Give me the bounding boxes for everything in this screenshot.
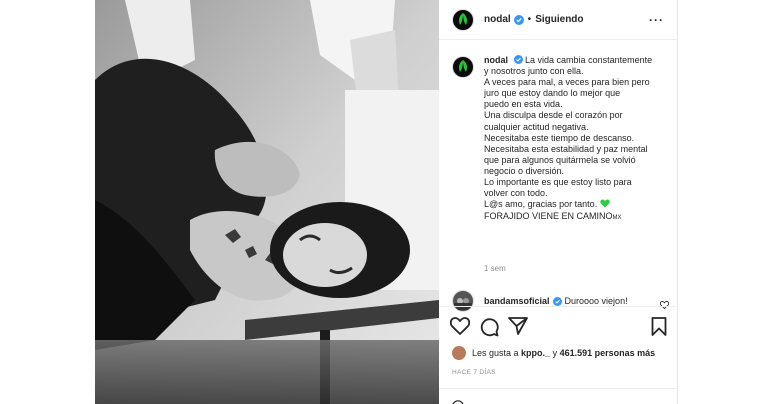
author-avatar[interactable] bbox=[452, 8, 474, 31]
post-caption: nodal La vida cambia constantemente y no… bbox=[452, 55, 672, 224]
caption-author-avatar[interactable] bbox=[452, 56, 474, 78]
verified-badge-icon bbox=[513, 14, 524, 25]
heart-icon[interactable] bbox=[449, 317, 471, 340]
caption-line: Necesitaba este tiempo de descanso. bbox=[484, 132, 635, 143]
caption-line: cualquier actitud negativa. bbox=[484, 121, 589, 132]
green-heart-icon bbox=[600, 199, 610, 211]
caption-line: puedo en esta vida. bbox=[484, 99, 563, 110]
caption-line: Lo importante es que estoy listo para bbox=[484, 177, 632, 188]
commenter-username[interactable]: bandamsoficial bbox=[484, 296, 550, 306]
share-icon[interactable] bbox=[508, 317, 528, 340]
separator-dot: • bbox=[527, 14, 532, 25]
caption-text: nodal La vida cambia constantemente y no… bbox=[484, 55, 672, 224]
emoji-icon[interactable] bbox=[452, 399, 464, 404]
caption-line: nodal La vida cambia constantemente bbox=[484, 55, 672, 66]
likes-text: Les gusta a kppo._ y 461.591 personas má… bbox=[472, 348, 655, 358]
caption-line-text: FORAJIDO VIENE EN CAMINO bbox=[484, 211, 613, 222]
caption-line: y nosotros junto con ella. bbox=[484, 66, 584, 77]
follow-status-button[interactable]: Siguiendo bbox=[535, 14, 583, 25]
caption-line: A veces para mal, a veces para bien pero bbox=[484, 77, 650, 88]
liker-username[interactable]: kppo._ bbox=[521, 348, 550, 358]
post-image bbox=[95, 0, 439, 404]
mexico-flag-label: MX bbox=[612, 215, 622, 222]
add-comment-area[interactable] bbox=[439, 388, 678, 404]
likes-connector: y bbox=[550, 348, 560, 358]
comment-body: Duroooo viejon! bbox=[564, 296, 628, 306]
caption-line-text: L@s amo, gracias por tanto. bbox=[484, 199, 598, 210]
caption-line: negocio o diversión. bbox=[484, 165, 565, 176]
caption-line: Necesitaba esta estabilidad y paz mental bbox=[484, 143, 648, 154]
caption-line: juro que estoy dando lo mejor que bbox=[484, 88, 621, 99]
more-options-icon[interactable]: ··· bbox=[649, 13, 664, 27]
post-actions-bar bbox=[439, 306, 678, 346]
comment-icon[interactable] bbox=[479, 317, 499, 342]
liker-avatar[interactable] bbox=[452, 346, 466, 360]
caption-line: L@s amo, gracias por tanto. bbox=[484, 199, 672, 211]
verified-badge-icon bbox=[513, 55, 523, 64]
caption-line: que para algunos quitármela se volvió bbox=[484, 154, 636, 165]
bookmark-icon[interactable] bbox=[651, 317, 667, 341]
post-side-panel: nodal • Siguiendo ··· nodal La vida camb… bbox=[439, 0, 678, 404]
comment-text: bandamsoficial Duroooo viejon! bbox=[484, 296, 628, 306]
instagram-post-view: nodal • Siguiendo ··· nodal La vida camb… bbox=[0, 0, 768, 404]
post-header: nodal • Siguiendo ··· bbox=[439, 0, 678, 40]
caption-line: volver con todo. bbox=[484, 188, 548, 199]
caption-line: FORAJIDO VIENE EN CAMINOMX bbox=[484, 211, 672, 224]
caption-username[interactable]: nodal bbox=[484, 55, 508, 65]
post-date[interactable]: HACE 7 DÍAS bbox=[452, 369, 496, 376]
leaf-logo-icon bbox=[459, 12, 467, 25]
likes-prefix: Les gusta a bbox=[472, 348, 522, 358]
caption-line-text: La vida cambia constantemente bbox=[525, 55, 653, 65]
verified-badge-icon bbox=[552, 296, 562, 306]
leaf-logo-icon bbox=[459, 60, 467, 72]
likes-count[interactable]: 461.591 personas más bbox=[560, 348, 656, 358]
caption-line: Una disculpa desde el corazón por bbox=[484, 110, 623, 121]
caption-timestamp[interactable]: 1 sem bbox=[484, 264, 506, 273]
author-username[interactable]: nodal bbox=[484, 14, 511, 25]
likes-summary[interactable]: Les gusta a kppo._ y 461.591 personas má… bbox=[452, 346, 655, 360]
post-photo[interactable] bbox=[95, 0, 439, 404]
